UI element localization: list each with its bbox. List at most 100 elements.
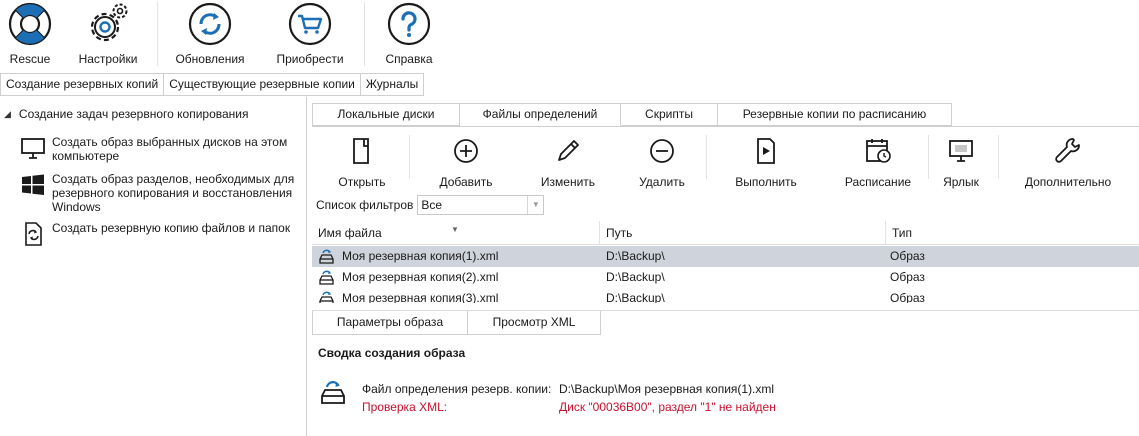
backup-image-icon xyxy=(319,249,334,264)
settings-label: Настройки xyxy=(78,52,138,66)
task-backup-files-label: Создать резервную копию файлов и папок xyxy=(52,221,291,235)
edit-label: Изменить xyxy=(540,175,596,189)
help-icon xyxy=(387,2,431,46)
action-separator xyxy=(409,135,410,179)
lifebuoy-icon xyxy=(8,2,52,46)
details-tabs: Параметры образа Просмотр XML xyxy=(312,310,1139,335)
cell-type: Образ xyxy=(890,291,925,303)
cell-filename: Моя резервная копия(3).xml xyxy=(342,291,499,303)
buy-button[interactable]: Приобрести xyxy=(274,0,346,72)
tab-local-disks[interactable]: Локальные диски xyxy=(312,103,460,126)
schedule-button[interactable]: Расписание xyxy=(838,127,918,189)
summary-xml-label: Проверка XML: xyxy=(362,400,448,414)
monitor-icon xyxy=(21,138,45,159)
filter-label: Список фильтров xyxy=(316,198,414,212)
cart-icon xyxy=(288,2,332,46)
tab-image-parameters[interactable]: Параметры образа xyxy=(312,311,468,335)
tasks-panel: ◢ Создание задач резервного копирования … xyxy=(0,97,307,436)
add-button[interactable]: Добавить xyxy=(432,127,500,189)
add-label: Добавить xyxy=(439,175,493,189)
tasks-heading[interactable]: ◢ Создание задач резервного копирования xyxy=(4,107,249,121)
calendar-clock-icon xyxy=(866,139,891,163)
action-separator xyxy=(706,135,707,179)
cell-type: Образ xyxy=(890,270,925,284)
minus-circle-icon xyxy=(650,139,674,163)
collapse-triangle-icon[interactable]: ◢ xyxy=(4,109,11,120)
buy-label: Приобрести xyxy=(276,52,344,66)
task-image-disks-label: Создать образ выбранных дисков на этом к… xyxy=(52,135,288,163)
filter-select[interactable]: Все ▼ xyxy=(417,195,545,215)
shortcut-label: Ярлык xyxy=(943,175,979,189)
task-image-windows[interactable]: Создать образ разделов, необходимых для … xyxy=(20,172,302,214)
summary-file-value: D:\Backup\Моя резервная копия(1).xml xyxy=(559,382,775,396)
column-header-filename[interactable]: ▼ Имя файла xyxy=(312,221,600,245)
cell-path: D:\Backup\ xyxy=(606,270,665,284)
tab-existing-backups[interactable]: Существующие резервные копии xyxy=(164,73,361,96)
tab-scripts[interactable]: Скрипты xyxy=(621,103,718,126)
advanced-button[interactable]: Дополнительно xyxy=(1018,127,1118,189)
windows-logo-icon xyxy=(22,174,44,195)
table-row[interactable]: Моя резервная копия(1).xml D:\Backup\ Об… xyxy=(312,246,1139,267)
edit-button[interactable]: Изменить xyxy=(534,127,602,189)
help-label: Справка xyxy=(385,52,433,66)
run-label: Выполнить xyxy=(735,175,797,189)
tab-scheduled-backups[interactable]: Резервные копии по расписанию xyxy=(718,103,952,126)
open-label: Открыть xyxy=(338,175,386,189)
table-row[interactable]: Моя резервная копия(2).xml D:\Backup\ Об… xyxy=(312,267,1139,288)
chevron-down-icon[interactable]: ▼ xyxy=(527,196,543,214)
plus-circle-icon xyxy=(454,139,478,163)
schedule-label: Расписание xyxy=(844,175,912,189)
toolbar-separator xyxy=(364,2,365,66)
shortcut-button[interactable]: Ярлык xyxy=(936,127,986,189)
backup-image-icon xyxy=(321,381,345,404)
open-document-icon xyxy=(353,138,369,164)
column-header-path[interactable]: Путь xyxy=(600,221,886,245)
sub-tabs: Локальные диски Файлы определений Скрипт… xyxy=(312,103,952,126)
delete-button[interactable]: Удалить xyxy=(630,127,694,189)
run-button[interactable]: Выполнить xyxy=(730,127,802,189)
column-header-type[interactable]: Тип xyxy=(886,221,1139,245)
definitions-panel: Локальные диски Файлы определений Скрипт… xyxy=(308,97,1139,436)
shortcut-monitor-icon xyxy=(949,140,973,162)
summary-title: Сводка создания образа xyxy=(318,346,466,360)
open-button[interactable]: Открыть xyxy=(332,127,392,189)
actions-toolbar: Открыть Добавить Изменить Удалить Выполн… xyxy=(312,126,1139,189)
main-toolbar: Rescue Настройки Обновления Приобрести С… xyxy=(0,0,1139,72)
refresh-globe-icon xyxy=(188,2,232,46)
toolbar-separator xyxy=(157,2,158,66)
filter-value: Все xyxy=(421,198,443,212)
tasks-heading-label: Создание задач резервного копирования xyxy=(18,107,249,121)
run-document-icon xyxy=(757,138,775,164)
main-tabs: Создание резервных копий Существующие ре… xyxy=(0,73,425,96)
tab-create-backups[interactable]: Создание резервных копий xyxy=(0,73,165,96)
summary-file-label: Файл определения резерв. копии: xyxy=(362,382,552,396)
rescue-label: Rescue xyxy=(9,52,51,66)
task-image-disks[interactable]: Создать образ выбранных дисков на этом к… xyxy=(20,135,302,163)
cell-filename: Моя резервная копия(1).xml xyxy=(342,249,499,263)
tab-definition-files[interactable]: Файлы определений xyxy=(460,103,621,126)
task-image-windows-label: Создать образ разделов, необходимых для … xyxy=(52,172,295,214)
cell-type: Образ xyxy=(890,249,925,263)
help-button[interactable]: Справка xyxy=(382,0,436,72)
advanced-label: Дополнительно xyxy=(1024,175,1112,189)
backup-image-icon xyxy=(319,291,334,303)
updates-label: Обновления xyxy=(175,52,245,66)
table-row[interactable]: Моя резервная копия(3).xml D:\Backup\ Об… xyxy=(312,288,1139,303)
cell-path: D:\Backup\ xyxy=(606,249,665,263)
updates-button[interactable]: Обновления xyxy=(173,0,247,72)
definitions-table: ▼ Имя файла Путь Тип Моя резервная копия… xyxy=(312,221,1139,303)
table-header: ▼ Имя файла Путь Тип xyxy=(312,221,1139,245)
column-header-filename-label: Имя файла xyxy=(318,226,382,240)
filter-row: Список фильтров Все ▼ xyxy=(316,195,545,215)
action-separator xyxy=(998,135,999,179)
settings-button[interactable]: Настройки xyxy=(76,0,140,72)
tab-xml-view[interactable]: Просмотр XML xyxy=(468,311,601,335)
task-backup-files[interactable]: Создать резервную копию файлов и папок xyxy=(20,221,302,247)
wrench-icon xyxy=(1055,138,1080,163)
sort-arrow-icon: ▼ xyxy=(451,225,459,234)
tab-logs[interactable]: Журналы xyxy=(360,73,425,96)
cell-path: D:\Backup\ xyxy=(606,291,665,303)
gears-icon xyxy=(90,3,128,42)
rescue-button[interactable]: Rescue xyxy=(5,0,55,72)
delete-label: Удалить xyxy=(639,175,685,189)
